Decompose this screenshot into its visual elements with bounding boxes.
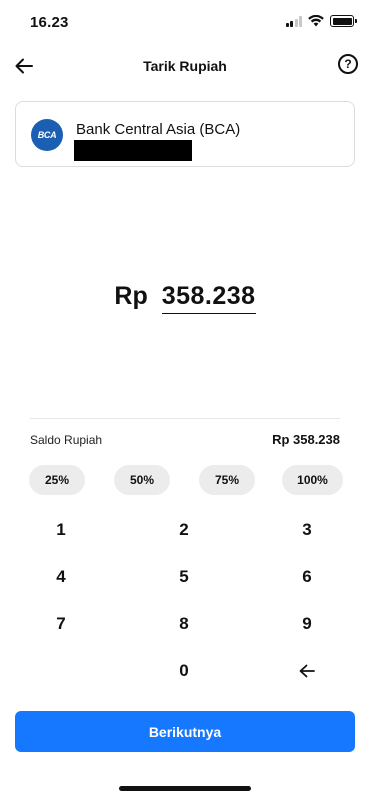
percent-75-button[interactable]: 75% xyxy=(199,465,255,495)
amount-currency: Rp xyxy=(114,282,148,310)
key-9[interactable]: 9 xyxy=(277,601,337,647)
next-button[interactable]: Berikutnya xyxy=(15,711,355,752)
key-5[interactable]: 5 xyxy=(154,554,214,600)
balance-label: Saldo Rupiah xyxy=(30,433,103,447)
bank-logo: BCA xyxy=(31,119,63,151)
key-0[interactable]: 0 xyxy=(154,648,214,694)
key-2[interactable]: 2 xyxy=(154,507,214,553)
balance-value: Rp 358.238 xyxy=(272,432,340,447)
key-1[interactable]: 1 xyxy=(31,507,91,553)
key-6[interactable]: 6 xyxy=(277,554,337,600)
percent-50-button[interactable]: 50% xyxy=(114,465,170,495)
redacted-account-number xyxy=(74,140,192,161)
page-title: Tarik Rupiah xyxy=(143,58,227,74)
balance-row: Saldo Rupiah Rp 358.238 xyxy=(30,432,340,450)
percent-options: 25% 50% 75% 100% xyxy=(0,465,370,495)
amount-display: Rp 358.238 xyxy=(0,282,370,314)
help-icon: ? xyxy=(344,57,352,71)
battery-level xyxy=(332,17,352,25)
percent-100-button[interactable]: 100% xyxy=(282,465,343,495)
wifi-icon xyxy=(308,15,324,27)
status-icons xyxy=(285,15,357,27)
help-button[interactable]: ? xyxy=(338,54,358,74)
battery-icon xyxy=(330,15,357,27)
status-time: 16.23 xyxy=(30,14,69,31)
bank-name: Bank Central Asia (BCA) xyxy=(76,121,241,138)
amount-input[interactable]: 358.238 xyxy=(161,282,256,314)
cellular-signal-icon xyxy=(285,15,302,27)
status-bar: 16.23 xyxy=(0,0,370,44)
backspace-key[interactable] xyxy=(277,648,337,694)
key-8[interactable]: 8 xyxy=(154,601,214,647)
key-3[interactable]: 3 xyxy=(277,507,337,553)
key-4[interactable]: 4 xyxy=(31,554,91,600)
navigation-header: Tarik Rupiah ? xyxy=(0,48,370,84)
home-indicator xyxy=(119,786,251,791)
percent-25-button[interactable]: 25% xyxy=(29,465,85,495)
bank-account-card[interactable]: BCA Bank Central Asia (BCA) xyxy=(15,101,355,167)
key-7[interactable]: 7 xyxy=(31,601,91,647)
bank-logo-text: BCA xyxy=(37,130,57,140)
divider xyxy=(30,418,340,419)
backspace-arrow-icon xyxy=(299,664,315,678)
